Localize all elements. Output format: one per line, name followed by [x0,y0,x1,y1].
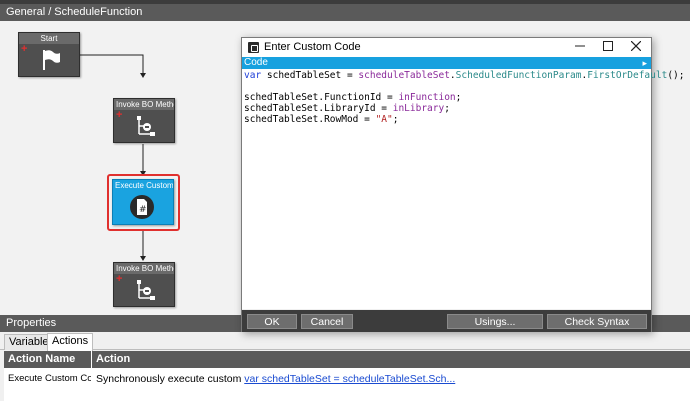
tab-actions[interactable]: Actions [47,333,94,351]
method-icon [137,116,155,136]
node-title: Invoke BO Method [114,263,174,274]
add-icon[interactable]: + [116,110,122,121]
maximize-icon [603,41,613,51]
action-code-link[interactable]: var schedTableSet = scheduleTableSet.Sch… [244,373,455,385]
usings-button[interactable]: Usings... [447,314,543,329]
code-header-label: Code [244,57,268,68]
add-icon[interactable]: + [116,274,122,285]
action-name-cell[interactable]: Execute Custom Code 0 [4,371,91,387]
invoke-bo-method-node[interactable]: Invoke BO Method + [113,262,175,307]
ok-button[interactable]: OK [247,314,297,329]
actions-table: Action Name Action Execute Custom Code 0… [4,351,690,401]
custom-code-dialog: Enter Custom Code Code ▸ var schedTableS… [241,37,684,332]
add-icon[interactable]: + [21,44,27,55]
node-title: Execute Custom Co [113,180,173,191]
dialog-button-bar: OK Cancel Usings... Check Syntax [242,310,651,332]
close-button[interactable] [622,38,650,57]
code-file-icon: # [130,195,154,219]
code-line: schedTableSet.LibraryId = inLibrary; [244,103,450,114]
dialog-titlebar[interactable]: Enter Custom Code [242,38,651,57]
invoke-bo-method-node[interactable]: Invoke BO Method + [113,98,175,143]
code-line: schedTableSet.FunctionId = inFunction; [244,92,462,103]
action-cell[interactable]: Synchronously execute custom var schedTa… [92,371,690,387]
close-icon [630,40,642,52]
column-header-action[interactable]: Action [92,351,690,368]
start-node[interactable]: Start + [18,32,80,77]
maximize-button[interactable] [594,38,622,57]
flag-icon [43,50,60,70]
node-title: Start [19,33,79,44]
minimize-icon [575,45,585,47]
breadcrumb: General / ScheduleFunction [6,6,143,18]
column-header-action-name[interactable]: Action Name [4,351,91,368]
node-title: Invoke BO Method [114,99,174,110]
code-line: var schedTableSet = scheduleTableSet.Sch… [244,70,684,81]
code-line: schedTableSet.RowMod = "A"; [244,114,399,125]
code-header: Code ▸ [242,57,651,69]
pin-icon[interactable]: ▸ [642,57,647,69]
execute-custom-code-node[interactable]: Execute Custom Co # [112,179,174,225]
designer-header: General / ScheduleFunction [0,0,690,21]
code-editor[interactable]: var schedTableSet = scheduleTableSet.Sch… [242,69,684,309]
method-icon [137,280,155,300]
properties-tabs: Variables Actions [0,332,690,351]
minimize-button[interactable] [566,38,594,57]
action-description: Synchronously execute custom [96,373,245,385]
app-icon [248,42,259,53]
cancel-button[interactable]: Cancel [301,314,353,329]
check-syntax-button[interactable]: Check Syntax [547,314,647,329]
dialog-title: Enter Custom Code [264,41,361,53]
svg-text:#: # [139,205,147,215]
